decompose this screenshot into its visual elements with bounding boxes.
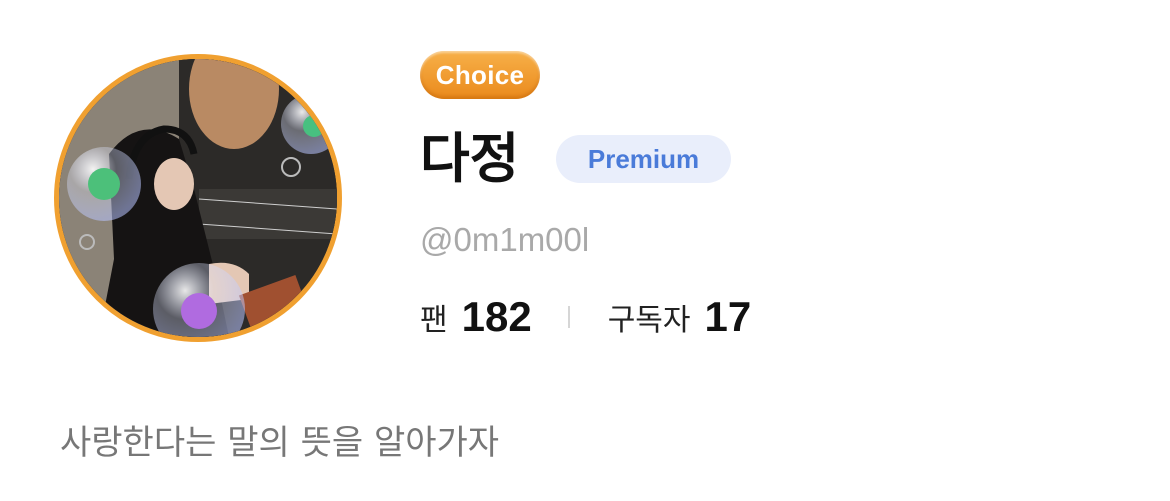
display-name: 다정 [420, 127, 520, 190]
fans-label: 팬 [420, 303, 448, 338]
stats-divider [567, 306, 570, 328]
profile-bio: 사랑한다는 말의 뜻을 알아가자 [60, 423, 500, 463]
profile-stats: 팬 182 구독자 17 [420, 290, 751, 344]
subscribers-label: 구독자 [607, 303, 691, 338]
choice-badge: Choice [420, 51, 540, 99]
avatar-photo [59, 59, 337, 337]
user-handle: @0m1m00l [420, 221, 590, 258]
fans-count: 182 [461, 293, 532, 340]
profile-avatar[interactable] [54, 54, 342, 342]
premium-badge: Premium [556, 135, 731, 183]
subscribers-count: 17 [704, 293, 752, 340]
